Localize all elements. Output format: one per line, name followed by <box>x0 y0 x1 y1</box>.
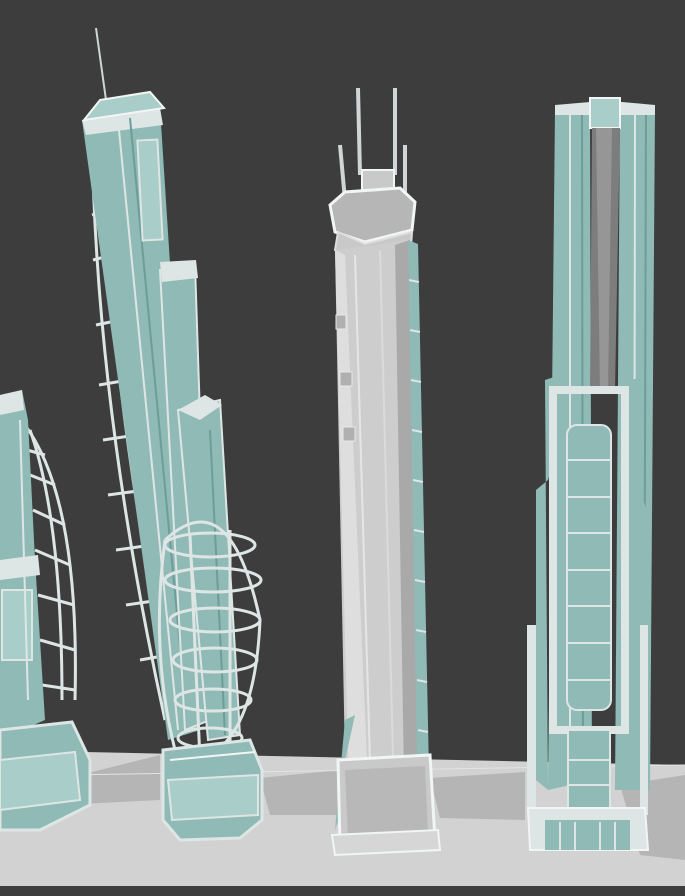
3d-viewport[interactable] <box>0 0 685 896</box>
viewport-bottom-edge <box>0 886 685 896</box>
